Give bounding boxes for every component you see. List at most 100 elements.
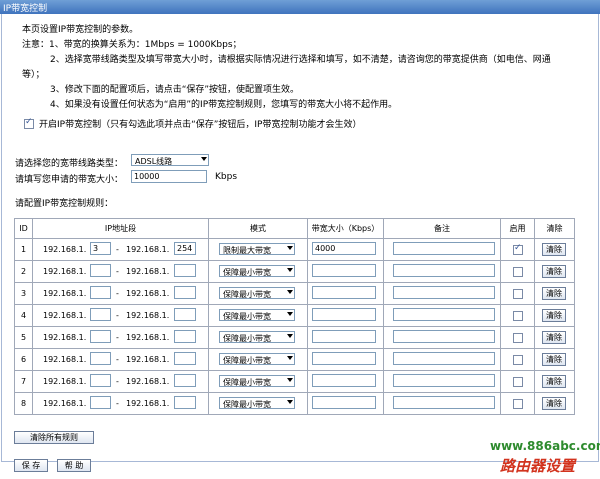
watermark-url: www.886abc.com [490,439,600,453]
note-cell [383,260,501,283]
ip-start-input[interactable] [90,264,111,277]
mode-cell: 保障最小带宽 [208,348,308,371]
ip-prefix-end: 192.168.1. [126,399,170,408]
mode-value: 保障最小带宽 [223,400,271,409]
help-button[interactable]: 帮 助 [57,459,91,472]
chevron-down-icon [287,312,293,316]
ip-end-input[interactable] [174,352,196,365]
ip-prefix-start: 192.168.1. [43,289,87,298]
mode-select[interactable]: 限制最大带宽 [219,243,295,255]
rule-enable-checkbox[interactable] [513,267,523,277]
note-input[interactable] [393,308,495,321]
row-id: 1 [14,238,33,261]
ip-start-input[interactable] [90,308,111,321]
note-input[interactable] [393,242,495,255]
rule-enable-checkbox[interactable] [513,311,523,321]
ip-prefix-start: 192.168.1. [43,311,87,320]
note-input[interactable] [393,286,495,299]
ip-end-input[interactable]: 254 [174,242,196,255]
note-input[interactable] [393,330,495,343]
mode-value: 限制最大带宽 [223,246,271,255]
ip-end-input[interactable] [174,308,196,321]
ip-start-input[interactable] [90,352,111,365]
clear-row-button[interactable]: 清除 [542,265,566,278]
ip-prefix-start: 192.168.1. [43,399,87,408]
bw-input[interactable] [312,374,376,387]
mode-select[interactable]: 保障最小带宽 [219,397,295,409]
bw-input[interactable] [312,330,376,343]
mode-select[interactable]: 保障最小带宽 [219,287,295,299]
mode-select[interactable]: 保障最小带宽 [219,265,295,277]
bw-cell [307,348,384,371]
mode-select[interactable]: 保障最小带宽 [219,375,295,387]
ip-start-input[interactable]: 3 [90,242,111,255]
ip-end-input[interactable] [174,264,196,277]
rule-enable-checkbox[interactable] [513,355,523,365]
bw-input[interactable] [312,308,376,321]
mode-select[interactable]: 保障最小带宽 [219,353,295,365]
clear-row-button[interactable]: 清除 [542,353,566,366]
mode-select[interactable]: 保障最小带宽 [219,331,295,343]
note-cell [383,238,501,261]
chevron-down-icon [287,378,293,382]
col-mode-header: 模式 [208,218,308,239]
line-type-label: 请选择您的宽带线路类型： [15,159,124,169]
ip-end-input[interactable] [174,374,196,387]
enabled-cell [500,238,535,261]
line-type-select[interactable]: ADSL线路 [131,154,209,166]
enabled-cell [500,282,535,305]
bw-input[interactable]: 4000 [312,242,376,255]
bw-cell [307,370,384,393]
ip-end-input[interactable] [174,286,196,299]
bandwidth-input[interactable]: 10000 [131,170,207,183]
ip-end-input[interactable] [174,396,196,409]
table-row: 8 192.168.1. -192.168.1. 保障最小带宽 清除 [14,392,575,415]
enable-checkbox[interactable] [24,117,34,129]
note-input[interactable] [393,396,495,409]
mode-value: 保障最小带宽 [223,334,271,343]
rule-enable-checkbox[interactable] [513,399,523,409]
page-title: IP带宽控制 [3,4,48,14]
chevron-down-icon [287,246,293,250]
bw-input[interactable] [312,264,376,277]
mode-cell: 保障最小带宽 [208,282,308,305]
clear-cell: 清除 [534,260,575,283]
clear-row-button[interactable]: 清除 [542,397,566,410]
mode-select[interactable]: 保障最小带宽 [219,309,295,321]
rule-enable-checkbox[interactable] [513,243,523,255]
ip-start-input[interactable] [90,374,111,387]
save-button[interactable]: 保 存 [14,459,48,472]
clear-all-button[interactable]: 清除所有规则 [14,431,94,444]
note-input[interactable] [393,264,495,277]
ip-range-dash: - [116,333,119,342]
ip-range-dash: - [116,399,119,408]
bw-input[interactable] [312,352,376,365]
ip-start-input[interactable] [90,286,111,299]
clear-row-button[interactable]: 清除 [542,243,566,256]
col-enabled-header: 启用 [500,218,535,239]
ip-prefix-start: 192.168.1. [43,355,87,364]
row-id: 3 [14,282,33,305]
ip-start-input[interactable] [90,396,111,409]
ip-end-value: 254 [177,244,193,253]
clear-cell: 清除 [534,282,575,305]
note-input[interactable] [393,352,495,365]
col-ip-header: IP地址段 [32,218,209,239]
clear-row-button[interactable]: 清除 [542,287,566,300]
bw-input[interactable] [312,286,376,299]
rule-enable-checkbox[interactable] [513,289,523,299]
table-row: 4 192.168.1. -192.168.1. 保障最小带宽 清除 [14,304,575,327]
note-input[interactable] [393,374,495,387]
rule-enable-checkbox[interactable] [513,377,523,387]
clear-row-button[interactable]: 清除 [542,375,566,388]
bw-input[interactable] [312,396,376,409]
clear-row-button[interactable]: 清除 [542,309,566,322]
ip-end-input[interactable] [174,330,196,343]
clear-row-button[interactable]: 清除 [542,331,566,344]
ip-start-input[interactable] [90,330,111,343]
mode-value: 保障最小带宽 [223,268,271,277]
rule-enable-checkbox[interactable] [513,333,523,343]
enabled-cell [500,326,535,349]
enabled-cell [500,260,535,283]
enable-label: 开启IP带宽控制（只有勾选此项并点击“保存”按钮后，IP带宽控制功能才会生效） [39,120,362,130]
